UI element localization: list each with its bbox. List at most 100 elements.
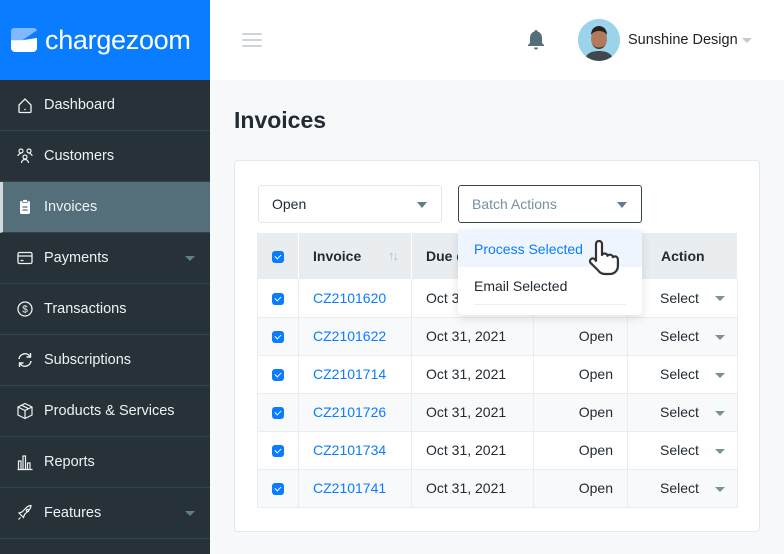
sidebar-item-transactions[interactable]: $ Transactions [0,284,210,335]
action-select[interactable]: Select [627,317,738,356]
action-select-value: Select [660,289,699,306]
chevron-down-icon [417,202,427,208]
sidebar-item-label: Dashboard [44,97,115,113]
bell-icon[interactable] [526,29,546,51]
action-select[interactable]: Select [627,279,738,318]
due-date-cell: Oct 31, 2021 [411,393,534,432]
select-all-checkbox[interactable] [272,251,284,264]
action-select[interactable]: Select [627,431,738,470]
credit-card-icon [16,249,34,267]
user-avatar[interactable] [578,19,620,61]
invoice-link[interactable]: CZ2101714 [313,366,386,382]
bar-chart-icon [16,453,34,471]
row-select-cell[interactable] [257,431,299,470]
row-checkbox[interactable] [272,293,284,306]
user-name[interactable]: Sunshine Design [628,32,738,48]
status-cell: Open [533,469,628,508]
chevron-down-icon [715,334,725,340]
batch-actions-placeholder: Batch Actions [472,196,557,212]
row-select-cell[interactable] [257,469,299,508]
row-checkbox[interactable] [272,483,284,496]
menu-divider [474,304,626,305]
status-filter-value: Open [272,196,307,212]
chevron-down-icon [715,372,725,378]
action-select-value: Select [660,480,699,496]
chevron-down-icon [617,202,627,208]
due-date-cell: Oct 31, 2021 [411,431,534,470]
sidebar: chargezoom Dashboard Customers Invoices Pay… [0,0,210,554]
chevron-down-icon [715,448,725,454]
row-checkbox[interactable] [272,445,284,458]
sidebar-item-invoices[interactable]: Invoices [0,182,210,233]
action-select-value: Select [660,404,699,420]
action-select[interactable]: Select [627,393,738,432]
row-checkbox[interactable] [272,407,284,420]
user-menu-caret-icon[interactable] [742,38,752,43]
box-icon [16,402,34,420]
row-checkbox[interactable] [272,331,284,344]
logo-icon [11,28,37,52]
chevron-down-icon [715,296,725,301]
home-icon [16,96,34,114]
table-row: CZ2101726 Oct 31, 2021 Open Select [257,393,738,432]
row-checkbox[interactable] [272,369,284,382]
hand-pointer-cursor-icon [588,240,619,276]
svg-text:$: $ [22,305,28,316]
select-all-header[interactable] [257,233,299,279]
due-date-cell: Oct 31, 2021 [411,355,534,394]
sidebar-item-label: Subscriptions [44,352,132,368]
table-row: CZ2101714 Oct 31, 2021 Open Select [257,355,738,394]
batch-actions-select[interactable]: Batch Actions [458,185,642,223]
status-cell: Open [533,431,628,470]
page-title: Invoices [234,107,327,133]
table-row: CZ2101734 Oct 31, 2021 Open Select [257,431,738,470]
action-select[interactable]: Select [627,469,738,508]
rocket-icon [16,504,34,522]
chevron-down-icon [715,410,725,416]
sidebar-item-subscriptions[interactable]: Subscriptions [0,335,210,386]
menu-toggle-icon[interactable] [242,33,262,47]
brand-logo[interactable]: chargezoom [0,0,210,80]
chevron-down-icon[interactable] [185,256,195,261]
status-cell: Open [533,393,628,432]
invoice-link[interactable]: CZ2101741 [313,480,386,496]
action-select-value: Select [660,442,699,458]
sidebar-item-label: Invoices [44,199,98,215]
sidebar-item-customers[interactable]: Customers [0,131,210,182]
sidebar-item-label: Transactions [44,301,127,317]
row-select-cell[interactable] [257,317,299,356]
sidebar-item-label: Payments [44,250,109,266]
invoice-link[interactable]: CZ2101620 [313,290,386,306]
invoices-card: Open Batch Actions Invoice↑↓ Due date St… [234,160,760,532]
row-select-cell[interactable] [257,355,299,394]
invoice-link[interactable]: CZ2101726 [313,404,386,420]
column-header-action: Action [627,233,738,279]
status-filter-select[interactable]: Open [258,185,442,223]
users-icon [16,147,34,165]
action-select[interactable]: Select [627,355,738,394]
brand-name: chargezoom [45,24,191,55]
sidebar-item-label: Products & Services [44,403,175,419]
sort-icon[interactable]: ↑↓ [388,248,399,263]
due-date-cell: Oct 31, 2021 [411,469,534,508]
table-row: CZ2101622 Oct 31, 2021 Open Select [257,317,738,356]
sidebar-item-payments[interactable]: Payments [0,233,210,284]
dollar-circle-icon: $ [16,300,34,318]
due-date-cell: Oct 31, 2021 [411,317,534,356]
sidebar-item-label: Features [44,505,102,521]
sidebar-item-reports[interactable]: Reports [0,437,210,488]
sidebar-item-dashboard[interactable]: Dashboard [0,80,210,131]
row-select-cell[interactable] [257,393,299,432]
row-select-cell[interactable] [257,279,299,318]
chevron-down-icon[interactable] [185,511,195,516]
invoice-link[interactable]: CZ2101734 [313,442,386,458]
clipboard-icon [16,198,34,216]
sidebar-item-products-services[interactable]: Products & Services [0,386,210,437]
action-select-value: Select [660,366,699,382]
sidebar-item-features[interactable]: Features [0,488,210,539]
invoice-link[interactable]: CZ2101622 [313,328,386,344]
chevron-down-icon [715,486,725,492]
column-header-invoice[interactable]: Invoice ↑↓ [298,233,412,279]
status-cell: Open [533,355,628,394]
sidebar-item-label: Reports [44,454,95,470]
